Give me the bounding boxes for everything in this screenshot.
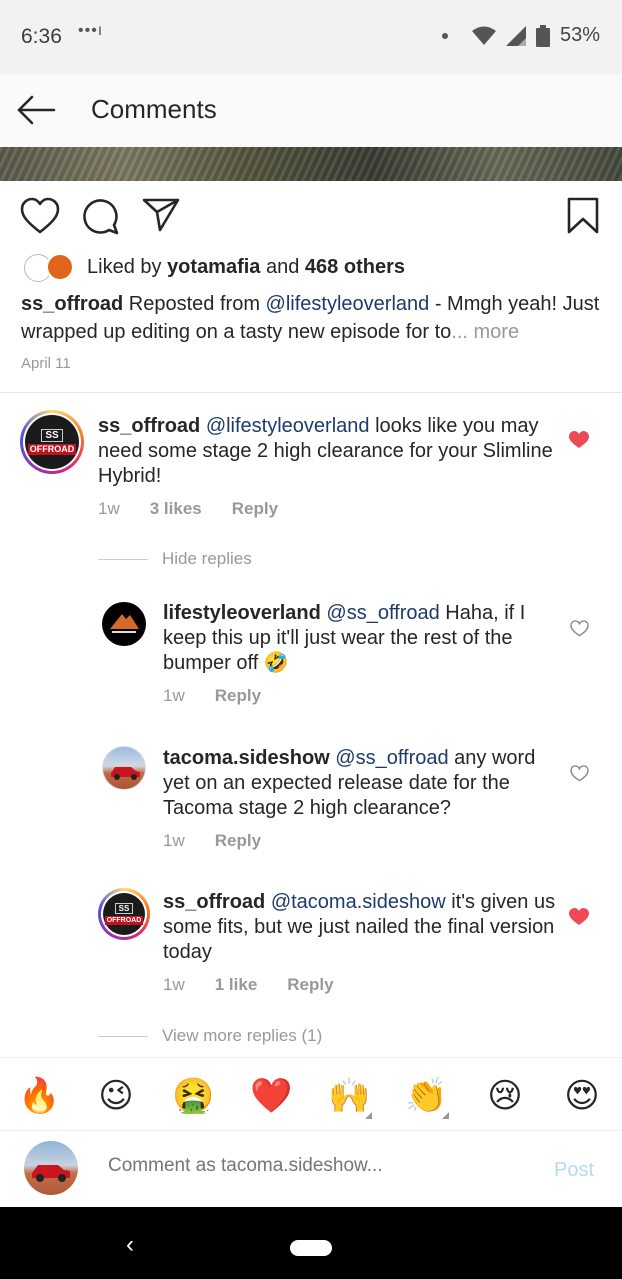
caption-mention[interactable]: @lifestyleoverland (266, 293, 430, 315)
status-bar: 6:36 •••ı 53% (0, 0, 622, 74)
comment-composer: Post (0, 1131, 622, 1207)
mountain-logo-icon (110, 614, 139, 633)
divider (0, 392, 622, 393)
post-caption: ss_offroad Reposted from @lifestyleoverl… (21, 293, 600, 343)
liked-by-count[interactable]: 468 others (305, 256, 405, 278)
avatar[interactable]: SS OFFROAD (20, 410, 84, 474)
comment-likes[interactable]: 3 likes (150, 499, 202, 519)
post-button[interactable]: Post (554, 1159, 594, 1182)
reply-username[interactable]: ss_offroad (163, 891, 265, 913)
battery-icon (535, 24, 550, 47)
clapping-emoji-button[interactable]: 👏 (405, 1075, 449, 1119)
view-more-replies-button[interactable]: View more replies (1) (98, 1026, 322, 1046)
liker-avatars (22, 252, 78, 282)
skin-tone-indicator-icon (365, 1112, 372, 1119)
comment-age: 1w (98, 499, 120, 518)
app-bar: Comments (0, 74, 622, 147)
avatar[interactable] (102, 746, 146, 790)
crying-emoji-button[interactable]: 😢 (484, 1075, 526, 1117)
heart-outline-icon[interactable] (570, 765, 589, 782)
emoji-quick-bar: 🔥 😉 🤮 ❤️ 🙌 👏 😢 😍 (0, 1057, 622, 1131)
liked-by-text: Liked by yotamafia and 468 others (87, 255, 405, 278)
heart-outline-icon[interactable] (570, 620, 589, 637)
liked-by-row[interactable]: Liked by yotamafia and 468 others (22, 252, 405, 282)
avatar[interactable] (102, 602, 146, 646)
hide-replies-label: Hide replies (162, 549, 252, 568)
notification-dot-icon (441, 32, 448, 39)
liked-heart-icon[interactable] (569, 908, 589, 926)
ss-offroad-logo: SS OFFROAD (103, 893, 145, 935)
reply-username[interactable]: lifestyleoverland (163, 602, 321, 624)
status-time: 6:36 (21, 25, 62, 48)
reply-age: 1w (163, 975, 185, 994)
divider (98, 1035, 148, 1037)
skin-tone-indicator-icon (442, 1112, 449, 1119)
caption-more-link[interactable]: ... more (451, 321, 519, 343)
avatar (46, 253, 74, 281)
reply-username[interactable]: tacoma.sideshow (163, 747, 330, 769)
truck-photo-icon (111, 767, 140, 780)
back-button[interactable] (16, 92, 56, 128)
signal-icon (505, 25, 526, 46)
notification-dots-icon: •••ı (78, 22, 104, 39)
wifi-icon (471, 26, 496, 45)
caption-username[interactable]: ss_offroad (21, 293, 123, 315)
comment-input[interactable] (108, 1155, 528, 1177)
heart-emoji-button[interactable]: ❤️ (250, 1075, 292, 1117)
avatar[interactable] (24, 1141, 78, 1195)
reply-button[interactable]: Reply (215, 686, 261, 706)
reply: lifestyleoverland @ss_offroad Haha, if I… (163, 602, 526, 706)
like-heart-icon[interactable] (20, 197, 60, 235)
divider (98, 558, 148, 560)
share-send-icon[interactable] (142, 197, 180, 233)
back-arrow-icon (17, 95, 56, 125)
reply-age: 1w (163, 686, 185, 705)
ss-offroad-logo: SS OFFROAD (25, 415, 79, 469)
liked-heart-icon[interactable] (569, 431, 589, 449)
reply-mention[interactable]: @ss_offroad (326, 602, 439, 624)
status-icons: 53% (441, 24, 600, 47)
bookmark-icon[interactable] (566, 197, 600, 235)
vomit-emoji-button[interactable]: 🤮 (172, 1075, 214, 1117)
post-date: April 11 (21, 355, 71, 372)
raised-hands-emoji-button[interactable]: 🙌 (328, 1075, 372, 1119)
liked-by-user[interactable]: yotamafia (167, 256, 260, 278)
truck-photo-icon (32, 1165, 70, 1182)
system-nav-bar: ‹ (0, 1207, 622, 1279)
comment-bubble-icon[interactable] (82, 197, 120, 235)
view-more-replies-label: View more replies (1) (162, 1026, 323, 1045)
heart-eyes-emoji-button[interactable]: 😍 (561, 1075, 603, 1117)
comment-username[interactable]: ss_offroad (98, 415, 200, 437)
reply: ss_offroad @tacoma.sideshow it's given u… (163, 891, 556, 995)
avatar[interactable]: SS OFFROAD (98, 888, 150, 940)
post-image[interactable] (0, 147, 622, 181)
wink-emoji-button[interactable]: 😉 (95, 1075, 137, 1117)
battery-percent: 53% (559, 24, 600, 46)
reply-mention[interactable]: @ss_offroad (335, 747, 448, 769)
reply-button[interactable]: Reply (287, 975, 333, 995)
reply-button[interactable]: Reply (232, 499, 278, 519)
fire-emoji-button[interactable]: 🔥 (18, 1075, 60, 1117)
nav-home-pill[interactable] (290, 1240, 332, 1256)
reply-button[interactable]: Reply (215, 831, 261, 851)
reply: tacoma.sideshow @ss_offroad any word yet… (163, 747, 536, 851)
hide-replies-button[interactable]: Hide replies (98, 549, 252, 569)
reply-mention[interactable]: @tacoma.sideshow (271, 891, 446, 913)
reply-likes[interactable]: 1 like (215, 975, 258, 995)
reply-age: 1w (163, 831, 185, 850)
page-title: Comments (91, 94, 217, 124)
comment-mention[interactable]: @lifestyleoverland (206, 415, 370, 437)
comment: ss_offroad @lifestyleoverland looks like… (98, 415, 553, 519)
nav-back-icon[interactable]: ‹ (126, 1231, 134, 1259)
